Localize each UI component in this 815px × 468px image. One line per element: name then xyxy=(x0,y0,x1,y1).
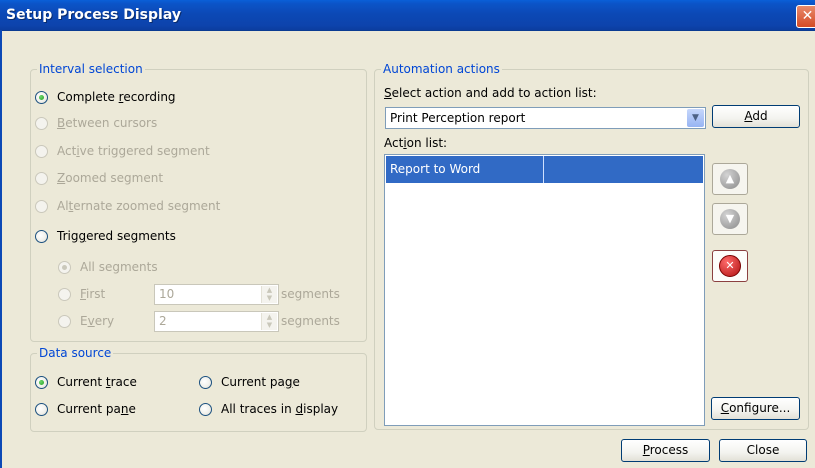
first-segments-radio[interactable] xyxy=(58,288,71,301)
first-segments-unit: segments xyxy=(281,287,340,301)
alternate-zoomed-segment-label[interactable]: Alternate zoomed segment xyxy=(57,199,220,213)
zoomed-segment-label[interactable]: Zoomed segment xyxy=(57,171,163,185)
every-segments-radio[interactable] xyxy=(58,315,71,328)
every-segments-unit: segments xyxy=(281,314,340,328)
first-segments-spinner[interactable]: 10 ▲ ▼ xyxy=(154,284,279,305)
action-list-label: Action list: xyxy=(384,136,448,150)
all-traces-in-display-radio[interactable] xyxy=(199,403,212,416)
spinner-arrows-icon[interactable]: ▲ ▼ xyxy=(261,313,277,330)
process-button[interactable]: Process xyxy=(621,439,710,462)
alternate-zoomed-segment-radio[interactable] xyxy=(35,200,48,213)
action-select-dropdown[interactable]: Print Perception report ▼ xyxy=(385,107,706,129)
interval-selection-legend: Interval selection xyxy=(39,62,143,76)
radio-selected-dot xyxy=(39,380,44,385)
active-triggered-segment-radio[interactable] xyxy=(35,145,48,158)
chevron-down-icon[interactable]: ▼ xyxy=(687,109,704,127)
selected-action-value: Print Perception report xyxy=(390,111,526,125)
window-title: Setup Process Display xyxy=(6,7,181,23)
close-button[interactable]: Close xyxy=(719,439,807,462)
triggered-segments-label[interactable]: Triggered segments xyxy=(57,229,176,243)
radio-selected-dot xyxy=(39,95,44,100)
move-up-button[interactable]: ▲ xyxy=(712,163,748,195)
configure-button[interactable]: Configure... xyxy=(711,397,800,420)
remove-icon: ✕ xyxy=(719,255,741,277)
current-trace-radio[interactable] xyxy=(35,376,48,389)
radio-selected-dot xyxy=(62,265,67,270)
current-pane-label[interactable]: Current pane xyxy=(57,402,136,416)
spinner-arrows-icon[interactable]: ▲ ▼ xyxy=(261,286,277,303)
list-item[interactable]: Report to Word xyxy=(386,156,703,183)
current-pane-radio[interactable] xyxy=(35,403,48,416)
action-list[interactable]: Report to Word xyxy=(384,154,705,426)
arrow-down-icon: ▼ xyxy=(720,209,740,229)
between-cursors-radio[interactable] xyxy=(35,117,48,130)
close-window-button[interactable]: ✕ xyxy=(796,5,815,28)
active-triggered-segment-label[interactable]: Active triggered segment xyxy=(57,144,210,158)
remove-action-button[interactable]: ✕ xyxy=(712,250,748,282)
all-segments-label[interactable]: All segments xyxy=(80,260,158,274)
current-page-radio[interactable] xyxy=(199,376,212,389)
complete-recording-label[interactable]: Complete recording xyxy=(57,90,176,104)
triggered-segments-radio[interactable] xyxy=(35,230,48,243)
close-icon: ✕ xyxy=(801,8,814,24)
between-cursors-label[interactable]: Between cursors xyxy=(57,116,157,130)
data-source-group: Data source xyxy=(30,346,367,432)
first-segments-value: 10 xyxy=(159,287,175,301)
every-label[interactable]: Every xyxy=(80,314,114,328)
add-button[interactable]: Add xyxy=(712,105,800,128)
every-segments-spinner[interactable]: 2 ▲ ▼ xyxy=(154,311,279,332)
select-action-label: Select action and add to action list: xyxy=(384,86,597,100)
data-source-legend: Data source xyxy=(39,346,112,360)
all-segments-radio[interactable] xyxy=(58,261,71,274)
current-trace-label[interactable]: Current trace xyxy=(57,375,137,389)
window-border xyxy=(0,30,2,468)
column-divider xyxy=(543,156,544,183)
title-bar: Setup Process Display xyxy=(0,0,815,31)
move-down-button[interactable]: ▼ xyxy=(712,203,748,235)
complete-recording-radio[interactable] xyxy=(35,91,48,104)
arrow-up-icon: ▲ xyxy=(720,169,740,189)
all-traces-in-display-label[interactable]: All traces in display xyxy=(221,402,338,416)
first-label[interactable]: First xyxy=(80,287,105,301)
automation-actions-legend: Automation actions xyxy=(383,62,500,76)
zoomed-segment-radio[interactable] xyxy=(35,172,48,185)
action-item-label: Report to Word xyxy=(390,162,481,176)
every-segments-value: 2 xyxy=(159,314,167,328)
current-page-label[interactable]: Current page xyxy=(221,375,300,389)
